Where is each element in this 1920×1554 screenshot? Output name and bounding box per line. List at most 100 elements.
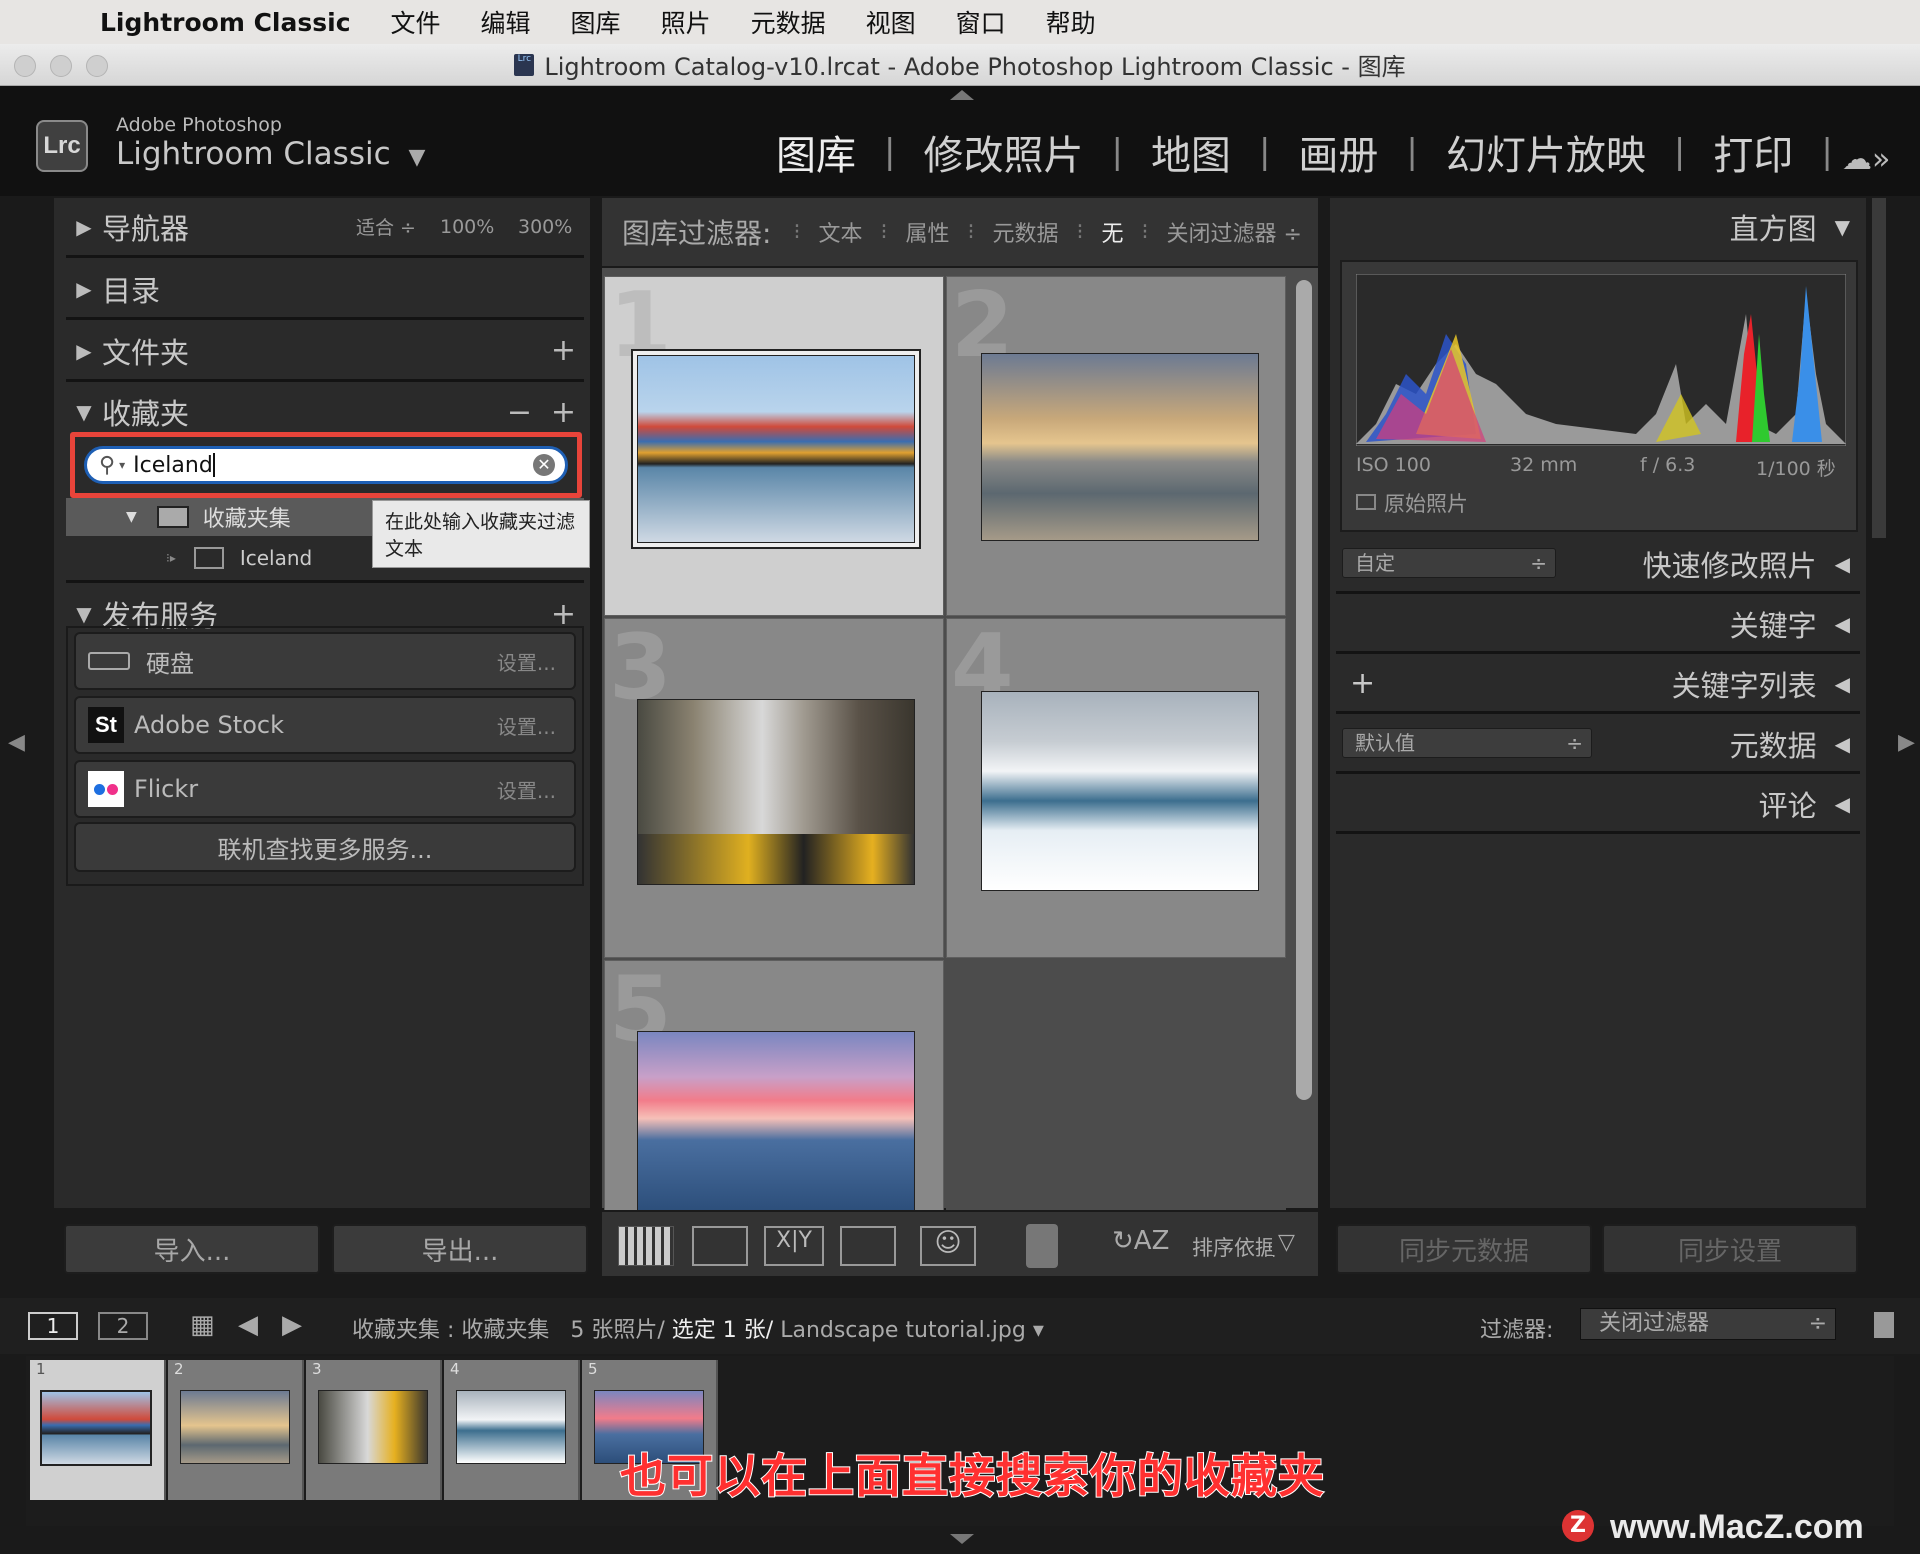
film-cell-3[interactable]: 3 [306,1360,442,1500]
quick-develop-preset-select[interactable]: 自定 ÷ [1342,548,1556,578]
flickr-icon [88,771,124,807]
add-folder-icon[interactable]: + [551,333,576,368]
module-print[interactable]: 打印 [1713,123,1793,181]
add-collection-icon[interactable]: + [551,395,576,430]
add-keyword-icon[interactable]: + [1350,666,1375,701]
menu-file[interactable]: 文件 [391,4,441,40]
aperture: f / 6.3 [1640,454,1696,476]
menu-metadata[interactable]: 元数据 [751,4,826,40]
module-develop[interactable]: 修改照片 [923,123,1083,181]
sync-metadata-button[interactable]: 同步元数据 [1336,1224,1592,1274]
menu-photo[interactable]: 照片 [661,4,711,40]
grid-cell-3[interactable]: 3 [604,615,944,958]
zoom-300[interactable]: 300% [518,216,572,238]
setup-link[interactable]: 设置... [497,775,556,804]
original-checkbox[interactable] [1356,494,1376,510]
navigator-header[interactable]: ▶ 导航器 适合 ÷ 100% 300% [66,198,584,258]
window-2-button[interactable]: 2 [98,1312,148,1340]
zoom-window-button[interactable] [86,55,108,77]
module-bar: Lrc Adobe Photoshop Lightroom Classic ▼ … [0,86,1920,196]
photo-waterfall[interactable] [981,691,1259,891]
folders-header[interactable]: ▶ 文件夹 + [66,322,584,382]
minimize-window-button[interactable] [50,55,72,77]
filter-metadata[interactable]: 元数据 [992,216,1058,248]
module-book[interactable]: 画册 [1298,123,1378,181]
grid-cell-1[interactable]: 1 [604,273,944,616]
app-menu[interactable]: Lightroom Classic [100,8,351,37]
setup-link[interactable]: 设置... [497,647,556,676]
film-cell-4[interactable]: 4 [444,1360,580,1500]
sync-settings-button[interactable]: 同步设置 [1602,1224,1858,1274]
window-1-button[interactable]: 1 [28,1312,78,1340]
collapse-right-icon[interactable]: ▶ [1898,730,1915,755]
sort-direction-icon[interactable]: ↻AZ [1112,1226,1169,1256]
film-cell-2[interactable]: 2 [168,1360,304,1500]
filmstrip-path[interactable]: 收藏夹集 : 收藏夹集 5 张照片/ 选定 1 张/ Landscape tut… [352,1312,1044,1344]
service-adobe-stock[interactable]: St Adobe Stock 设置... [74,696,576,754]
module-library[interactable]: 图库 [776,123,856,181]
grid-view-icon[interactable] [618,1226,674,1266]
module-slideshow[interactable]: 幻灯片放映 [1446,123,1646,181]
forward-arrow-icon[interactable]: ▶ [282,1310,302,1340]
module-map[interactable]: 地图 [1151,123,1231,181]
right-panel-scrollbar[interactable] [1872,198,1886,538]
cloud-sync-icon[interactable]: ☁» [1842,142,1890,177]
menu-library[interactable]: 图库 [571,4,621,40]
menu-view[interactable]: 视图 [866,4,916,40]
keyword-list-header[interactable]: + 关键字列表 ◀ [1336,656,1860,714]
grid-cell-2[interactable]: 2 [946,273,1286,616]
grid-cell-5[interactable]: 5 [604,957,944,1213]
zoom-100[interactable]: 100% [440,216,494,238]
remove-collection-icon[interactable]: − [507,395,532,430]
photo-glacier-sunset[interactable] [637,1031,915,1213]
clear-search-icon[interactable]: ✕ [533,454,555,476]
search-icon: ⚲ [99,452,116,478]
export-button[interactable]: 导出... [332,1224,588,1274]
import-button[interactable]: 导入... [64,1224,320,1274]
collapse-bottom-icon[interactable] [950,1534,974,1544]
histogram-header[interactable]: 直方图 ▼ [1336,198,1860,256]
people-view-icon[interactable]: ☺ [920,1226,976,1266]
compare-view-icon[interactable]: X|Y [764,1226,824,1266]
filter-text[interactable]: 文本 [818,216,862,248]
filter-none[interactable]: 无 [1101,216,1123,248]
collection-search-input[interactable]: ⚲ ▾ Iceland ✕ [84,446,568,484]
close-window-button[interactable] [14,55,36,77]
photo-city-street[interactable] [637,699,915,885]
service-harddisk[interactable]: 硬盘 设置... [74,632,576,690]
service-flickr[interactable]: Flickr 设置... [74,760,576,818]
setup-link[interactable]: 设置... [497,711,556,740]
back-arrow-icon[interactable]: ◀ [238,1310,258,1340]
filmstrip-filter-select[interactable]: 关闭过滤器 ÷ [1580,1308,1836,1340]
loupe-view-icon[interactable] [692,1226,748,1266]
keywording-header[interactable]: 关键字 ◀ [1336,596,1860,654]
window-title: Lightroom Catalog-v10.lrcat - Adobe Phot… [544,53,1406,81]
find-more-services-button[interactable]: 联机查找更多服务... [74,822,576,872]
menu-edit[interactable]: 编辑 [481,4,531,40]
filter-lock-icon[interactable] [1874,1312,1894,1338]
photo-beach-sunset[interactable] [981,353,1259,541]
painter-icon[interactable] [1026,1224,1058,1268]
film-cell-1[interactable]: 1 [30,1360,166,1500]
brand-small: Adobe Photoshop [116,114,282,136]
menu-window[interactable]: 窗口 [956,4,1006,40]
photo-harbor-houses[interactable] [637,355,915,543]
catalog-header[interactable]: ▶ 目录 [66,260,584,320]
collapse-top-icon[interactable] [950,90,974,100]
survey-view-icon[interactable] [840,1226,896,1266]
filter-presets[interactable]: 关闭过滤器 ÷ [1167,216,1302,248]
expand-left-triangle-icon: ◀ [1834,671,1850,696]
sort-by[interactable]: 排序依据 [1192,1232,1276,1262]
zoom-fit[interactable]: 适合 ÷ [356,213,416,240]
comments-header[interactable]: 评论 ◀ [1336,776,1860,834]
video-caption: 也可以在上面直接搜索你的收藏夹 [619,1448,1325,1504]
grid-cell-4[interactable]: 4 [946,615,1286,958]
grid-icon[interactable]: ▦ [190,1310,215,1340]
filter-attribute[interactable]: 属性 [905,216,949,248]
chevron-down-icon[interactable]: ▽ [1272,1230,1295,1255]
brand-big[interactable]: Lightroom Classic ▼ [116,136,425,172]
grid-scrollbar[interactable] [1296,280,1312,1100]
collapse-left-icon[interactable]: ◀ [8,730,25,755]
menu-help[interactable]: 帮助 [1046,4,1096,40]
metadata-preset-select[interactable]: 默认值 ÷ [1342,728,1592,758]
